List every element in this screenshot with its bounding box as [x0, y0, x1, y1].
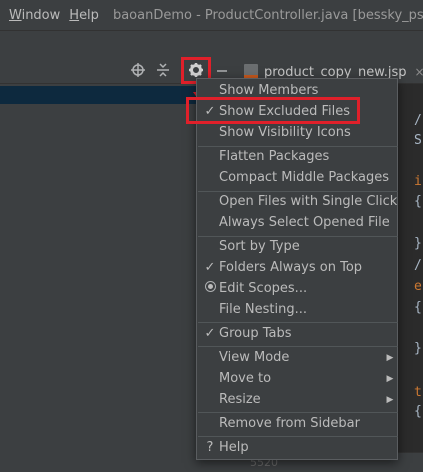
code-line: {	[414, 194, 422, 209]
crosshair-icon[interactable]	[129, 62, 147, 80]
code-line: /	[414, 113, 422, 128]
menu-help[interactable]: Help	[60, 8, 99, 23]
menu-item-label: Folders Always on Top	[219, 260, 363, 275]
check-icon: ✓	[204, 326, 216, 341]
menu-item-folders-always-on-top[interactable]: ✓ Folders Always on Top	[197, 257, 397, 278]
code-line: S	[414, 133, 422, 148]
code-line: i	[414, 174, 422, 189]
excluded-files-annotation-box	[186, 97, 360, 124]
menu-item-show-visibility-icons[interactable]: Show Visibility Icons	[197, 122, 397, 143]
menu-item-flatten-packages[interactable]: Flatten Packages	[197, 146, 397, 167]
menu-item-compact-middle-packages[interactable]: Compact Middle Packages	[197, 167, 397, 188]
selected-tree-row[interactable]	[0, 86, 196, 104]
menu-item-label: Help	[219, 440, 249, 455]
menu-item-label: File Nesting...	[219, 302, 307, 317]
close-icon[interactable]: ×	[415, 65, 423, 79]
submenu-arrow-icon: ▶	[386, 373, 394, 384]
menu-item-label: Edit Scopes...	[219, 281, 308, 296]
submenu-arrow-icon: ▶	[386, 394, 394, 405]
question-icon: ?	[206, 440, 214, 455]
menu-item-sort-by-type[interactable]: Sort by Type	[197, 236, 397, 257]
menu-item-edit-scopes[interactable]: Edit Scopes...	[197, 278, 397, 299]
menu-item-help[interactable]: ? Help	[197, 437, 397, 458]
menu-item-label: Remove from Sidebar	[219, 416, 360, 431]
menu-bar: Window Help baoanDemo - ProductControlle…	[0, 0, 423, 30]
menu-item-open-files-single-click[interactable]: Open Files with Single Click	[197, 191, 397, 212]
menu-item-group-tabs[interactable]: ✓ Group Tabs	[197, 323, 397, 344]
menu-item-file-nesting[interactable]: File Nesting...	[197, 299, 397, 320]
code-line: /	[414, 258, 422, 273]
menu-item-always-select-opened-file[interactable]: Always Select Opened File	[197, 212, 397, 233]
menu-item-label: Show Members	[219, 83, 319, 98]
menu-window[interactable]: Window	[0, 8, 60, 23]
radio-icon	[197, 281, 219, 296]
menu-item-resize[interactable]: Resize ▶	[197, 389, 397, 410]
menu-item-label: Open Files with Single Click	[219, 194, 398, 209]
code-line: }	[414, 341, 422, 356]
menu-item-remove-from-sidebar[interactable]: Remove from Sidebar	[197, 413, 397, 434]
toolbar-band	[0, 30, 423, 58]
menu-item-label: Show Visibility Icons	[219, 125, 351, 140]
submenu-arrow-icon: ▶	[386, 352, 394, 363]
menu-item-view-mode[interactable]: View Mode ▶	[197, 347, 397, 368]
menu-item-label: Always Select Opened File	[219, 215, 390, 230]
code-line: }	[414, 236, 422, 251]
code-line: e	[414, 279, 422, 294]
menu-item-label: Compact Middle Packages	[219, 170, 390, 185]
menu-item-label: Flatten Packages	[219, 149, 330, 164]
collapse-icon[interactable]	[154, 62, 172, 80]
code-line: t	[414, 385, 422, 400]
window-title: baoanDemo - ProductController.java [bess…	[112, 7, 423, 23]
code-line: {	[414, 300, 422, 315]
menu-item-label: Move to	[219, 371, 272, 386]
menu-item-label: Sort by Type	[219, 239, 300, 254]
menu-item-move-to[interactable]: Move to ▶	[197, 368, 397, 389]
menu-item-label: View Mode	[219, 350, 290, 365]
menu-item-label: Resize	[219, 392, 261, 407]
project-options-menu: Show Members ✓ Show Excluded Files Show …	[196, 78, 398, 460]
check-icon: ✓	[204, 260, 216, 275]
code-line: {	[414, 404, 422, 419]
menu-item-label: Group Tabs	[219, 326, 292, 341]
